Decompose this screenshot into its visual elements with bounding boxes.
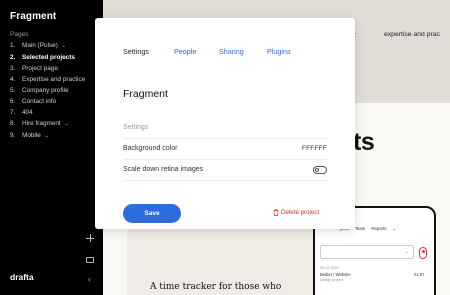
page-label: Hire fragment ⌄ bbox=[22, 119, 69, 127]
phone-entry-sub: Design project bbox=[320, 278, 343, 282]
background-color-row[interactable]: Background color FFFFFF bbox=[123, 138, 327, 160]
page-item-mobile[interactable]: 9. Mobile ⌄ bbox=[10, 132, 100, 141]
preview-headline: ts bbox=[353, 128, 375, 156]
preview-tagline: A time tracker for those who bbox=[150, 282, 282, 292]
page-label: 404 bbox=[22, 108, 33, 116]
page-item-hire-fragment[interactable]: 8. Hire fragment ⌄ bbox=[10, 120, 100, 129]
save-button[interactable]: Save bbox=[123, 204, 181, 223]
phone-input bbox=[320, 245, 414, 259]
tab-settings[interactable]: Settings bbox=[123, 47, 149, 56]
trash-icon bbox=[273, 209, 279, 216]
page-label: Expertise and practice bbox=[22, 75, 86, 83]
project-title: Fragment bbox=[123, 88, 168, 100]
tab-people[interactable]: People bbox=[174, 47, 196, 56]
page-item-contact-info[interactable]: 6. Contact info bbox=[10, 98, 100, 106]
retina-label: Scale down retina images bbox=[123, 166, 204, 173]
preview-nav-link: expertise and prac bbox=[384, 31, 440, 38]
background-color-label: Background color bbox=[123, 145, 178, 152]
chevron-down-icon: ⌄ bbox=[64, 120, 69, 127]
drafta-logo: drafta bbox=[10, 272, 34, 282]
page-item-project-page[interactable]: 3. Project page bbox=[10, 65, 100, 73]
phone-date: 09.12.2020 bbox=[320, 266, 340, 270]
chevron-down-icon: ⌄ bbox=[405, 249, 409, 254]
tab-plugins[interactable]: Plugins bbox=[267, 47, 291, 56]
settings-modal: Settings People Sharing Plugins Fragment… bbox=[95, 18, 355, 229]
page-item-404[interactable]: 7. 404 bbox=[10, 109, 100, 117]
sidebar: Fragment Pages 1. Main (Pulse) ⌄ 2. Sele… bbox=[0, 0, 103, 295]
tab-sharing[interactable]: Sharing bbox=[219, 47, 244, 56]
pages-section-label: Pages bbox=[10, 31, 29, 38]
page-number: 9. bbox=[10, 131, 16, 139]
page-item-selected-projects[interactable]: 2. Selected projects bbox=[10, 54, 100, 62]
phone-time: 01:07 bbox=[414, 272, 425, 277]
page-number: 7. bbox=[10, 108, 16, 116]
page-item-expertise[interactable]: 4. Expertise and practice bbox=[10, 76, 100, 84]
chevron-down-icon: ⌄ bbox=[392, 226, 397, 231]
background-color-value[interactable]: FFFFFF bbox=[302, 145, 327, 152]
page-label: Project page bbox=[22, 64, 58, 72]
page-number: 5. bbox=[10, 86, 16, 94]
delete-project-label: Delete project bbox=[281, 209, 320, 216]
back-arrow-icon[interactable]: ‹ bbox=[88, 276, 91, 284]
phone-entry: Beiber / Website bbox=[320, 272, 351, 277]
page-label: Mobile ⌄ bbox=[22, 131, 49, 139]
phone-nav-item: Reports bbox=[371, 226, 387, 231]
phone-nav-item: Team bbox=[354, 226, 366, 231]
page-number: 1. bbox=[10, 42, 16, 49]
pages-list: 1. Main (Pulse) ⌄ 2. Selected projects 3… bbox=[10, 42, 100, 144]
page-number: 2. bbox=[10, 53, 16, 61]
retina-row: Scale down retina images bbox=[123, 159, 327, 181]
folder-icon[interactable] bbox=[86, 257, 94, 263]
record-icon bbox=[419, 247, 427, 259]
page-number: 4. bbox=[10, 75, 16, 83]
chevron-down-icon: ⌄ bbox=[44, 132, 49, 139]
page-label: Company profile bbox=[22, 86, 69, 94]
page-label: Main (Pulse) ⌄ bbox=[22, 42, 66, 49]
page-item-main[interactable]: 1. Main (Pulse) ⌄ bbox=[10, 42, 100, 51]
page-number: 3. bbox=[10, 64, 16, 72]
site-title: Fragment bbox=[10, 11, 57, 22]
delete-project-button[interactable]: Delete project bbox=[273, 209, 319, 216]
page-number: 8. bbox=[10, 119, 16, 127]
page-label: Selected projects bbox=[22, 53, 75, 61]
section-header-label: Settings bbox=[123, 124, 149, 131]
retina-toggle[interactable] bbox=[313, 165, 327, 174]
toggle-knob bbox=[315, 167, 319, 172]
page-number: 6. bbox=[10, 97, 16, 105]
chevron-down-icon: ⌄ bbox=[61, 43, 66, 49]
page-item-company-profile[interactable]: 5. Company profile bbox=[10, 87, 100, 95]
page-label: Contact info bbox=[22, 97, 57, 105]
settings-section-header: Settings bbox=[123, 117, 327, 139]
plus-icon[interactable] bbox=[86, 234, 94, 242]
